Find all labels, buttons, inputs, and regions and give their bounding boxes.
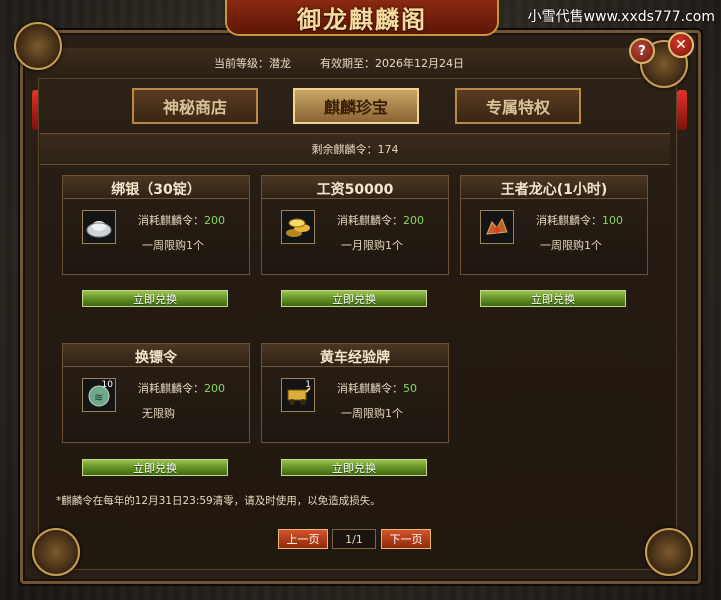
item-count-badge: 1 bbox=[305, 380, 311, 390]
redeem-button[interactable]: 立即兑换 bbox=[281, 290, 427, 307]
help-button[interactable]: ? bbox=[629, 38, 655, 64]
tab-label: 专属特权 bbox=[485, 98, 550, 117]
dragon-heart-icon[interactable] bbox=[480, 210, 514, 244]
item-count-badge: 10 bbox=[101, 380, 113, 390]
footnote: *麒麟令在每年的12月31日23:59清零，请及时使用，以免造成损失。 bbox=[56, 495, 381, 507]
shop-item-card: 王者龙心(1小时) 消耗麒麟令：100 一周限购1个 bbox=[460, 175, 648, 275]
next-page-button[interactable]: 下一页 bbox=[381, 529, 431, 549]
watermark: 小雪代售www.xxds777.com bbox=[527, 9, 715, 25]
item-limit: 无限购 bbox=[142, 407, 175, 420]
shop-item-card: 绑银（30锭） 消耗麒麟令：200 一周限购1个 bbox=[62, 175, 250, 275]
item-cost: 消耗麒麟令：100 bbox=[536, 214, 623, 227]
item-cost: 消耗麒麟令：50 bbox=[337, 382, 417, 395]
close-button[interactable]: ✕ bbox=[668, 32, 694, 58]
tab-bar: 神秘商店 麒麟珍宝 专属特权 bbox=[0, 88, 721, 128]
title-plate: 御龙麒麟阁 bbox=[225, 0, 499, 36]
question-icon: ? bbox=[638, 43, 646, 59]
escort-token-icon[interactable]: ≋ 10 bbox=[82, 378, 116, 412]
gold-coins-icon[interactable] bbox=[281, 210, 315, 244]
shop-item-card: 换镖令 ≋ 10 消耗麒麟令：200 无限购 bbox=[62, 343, 250, 443]
remaining-text: 剩余麒麟令：174 bbox=[311, 143, 399, 156]
item-cost: 消耗麒麟令：200 bbox=[138, 382, 225, 395]
corner-ornament-icon bbox=[645, 528, 693, 576]
item-title: 王者龙心(1小时) bbox=[500, 182, 608, 198]
close-icon: ✕ bbox=[675, 37, 687, 53]
yellow-cart-plate-icon[interactable]: 1 bbox=[281, 378, 315, 412]
expiry-date: 有效期至：2026年12月24日 bbox=[320, 57, 464, 70]
corner-ornament-icon bbox=[32, 528, 80, 576]
redeem-button[interactable]: 立即兑换 bbox=[82, 459, 228, 476]
redeem-button[interactable]: 立即兑换 bbox=[281, 459, 427, 476]
shop-item-card: 工资50000 消耗麒麟令：200 一月限购1个 bbox=[261, 175, 449, 275]
tab-qilin-treasure[interactable]: 麒麟珍宝 bbox=[293, 88, 419, 124]
window-title: 御龙麒麟阁 bbox=[297, 4, 427, 34]
item-cost: 消耗麒麟令：200 bbox=[138, 214, 225, 227]
tab-label: 麒麟珍宝 bbox=[323, 98, 388, 117]
tab-mystery-shop[interactable]: 神秘商店 bbox=[132, 88, 258, 124]
tab-label: 神秘商店 bbox=[162, 98, 227, 117]
silver-ingot-icon[interactable] bbox=[82, 210, 116, 244]
page-indicator: 1/1 bbox=[332, 529, 376, 549]
item-limit: 一周限购1个 bbox=[341, 407, 403, 420]
redeem-button[interactable]: 立即兑换 bbox=[82, 290, 228, 307]
item-limit: 一周限购1个 bbox=[142, 239, 204, 252]
corner-ornament-icon bbox=[14, 22, 62, 70]
remaining-tokens: 剩余麒麟令：174 bbox=[40, 133, 670, 165]
item-title: 黄车经验牌 bbox=[320, 350, 390, 366]
item-title: 换镖令 bbox=[135, 350, 177, 366]
svg-text:≋: ≋ bbox=[94, 391, 103, 404]
shop-item-card: 黄车经验牌 1 消耗麒麟令：50 一周限购1个 bbox=[261, 343, 449, 443]
item-title: 工资50000 bbox=[316, 182, 394, 198]
current-level: 当前等级：潜龙 bbox=[214, 57, 291, 70]
item-limit: 一周限购1个 bbox=[540, 239, 602, 252]
redeem-button[interactable]: 立即兑换 bbox=[480, 290, 626, 307]
item-limit: 一月限购1个 bbox=[341, 239, 403, 252]
prev-page-button[interactable]: 上一页 bbox=[278, 529, 328, 549]
tab-exclusive-privilege[interactable]: 专属特权 bbox=[455, 88, 581, 124]
item-title: 绑银（30锭） bbox=[111, 182, 201, 198]
item-cost: 消耗麒麟令：200 bbox=[337, 214, 424, 227]
